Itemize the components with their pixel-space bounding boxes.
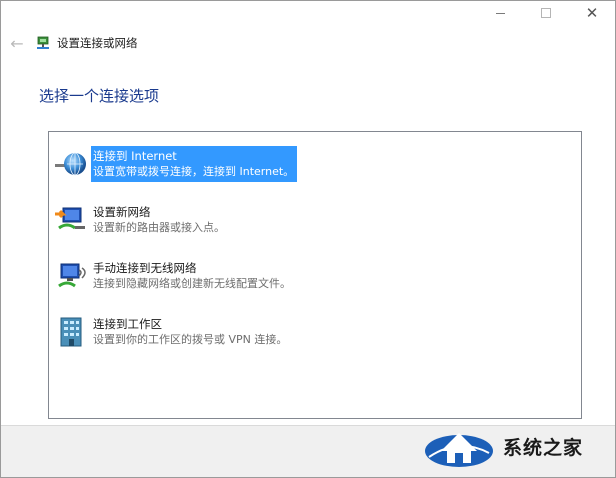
house-logo-icon: [425, 433, 493, 467]
new-network-icon: [55, 207, 85, 230]
option-connect-internet[interactable]: 连接到 Internet 设置宽带或拨号连接，连接到 Internet。: [53, 146, 493, 186]
window-title: 设置连接或网络: [57, 36, 138, 50]
maximize-button[interactable]: [523, 1, 569, 25]
option-title: 手动连接到无线网络: [93, 261, 197, 275]
caption-buttons: ✕: [477, 1, 615, 25]
site-watermark: 系统之家: [423, 419, 609, 473]
option-description: 连接到隐藏网络或创建新无线配置文件。: [93, 277, 291, 290]
option-title: 连接到 Internet: [93, 149, 177, 163]
option-description: 设置新的路由器或接入点。: [93, 221, 225, 234]
nav-row: ← 设置连接或网络: [7, 33, 138, 53]
setup-connection-window: ✕ ← 设置连接或网络 选择一个连接选项 连接到 Internet 设置宽带或拨…: [0, 0, 616, 478]
back-arrow-icon: ←: [10, 33, 24, 53]
globe-network-icon: [55, 152, 86, 176]
option-description: 设置到你的工作区的拨号或 VPN 连接。: [93, 333, 288, 346]
minimize-icon: [495, 12, 505, 14]
option-manual-wireless[interactable]: 手动连接到无线网络 连接到隐藏网络或创建新无线配置文件。: [53, 258, 493, 298]
option-workplace[interactable]: 连接到工作区 设置到你的工作区的拨号或 VPN 连接。: [53, 314, 493, 354]
workplace-icon: [60, 317, 82, 347]
close-icon: ✕: [585, 4, 599, 22]
close-button[interactable]: ✕: [569, 1, 615, 25]
minimize-button[interactable]: [477, 1, 523, 25]
maximize-icon: [541, 8, 551, 18]
wireless-network-icon: [58, 263, 86, 288]
option-description: 设置宽带或拨号连接，连接到 Internet。: [93, 165, 295, 178]
network-setup-icon: [37, 36, 49, 49]
option-title: 连接到工作区: [93, 317, 162, 331]
watermark-text: 系统之家: [503, 436, 584, 459]
page-heading: 选择一个连接选项: [39, 87, 160, 105]
option-new-network[interactable]: 设置新网络 设置新的路由器或接入点。: [53, 202, 493, 242]
option-title: 设置新网络: [93, 205, 151, 219]
connection-options-list: 连接到 Internet 设置宽带或拨号连接，连接到 Internet。 设置新…: [48, 131, 582, 419]
back-button[interactable]: ←: [7, 33, 27, 53]
